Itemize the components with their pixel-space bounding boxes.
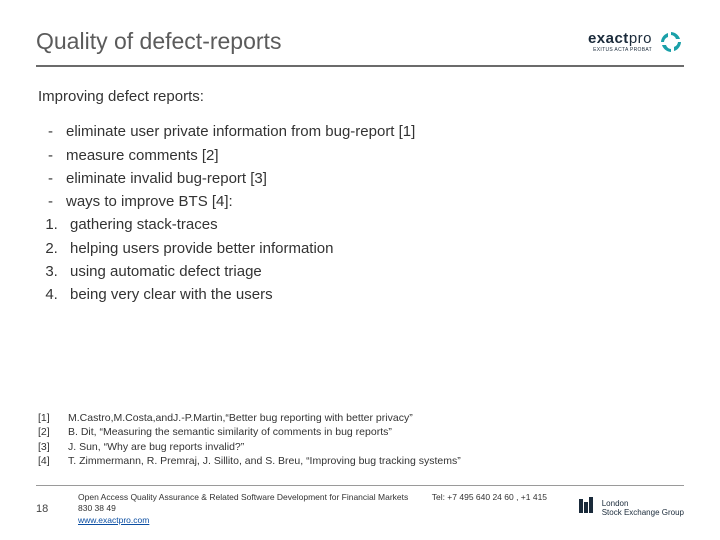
recycle-arrows-icon bbox=[658, 29, 684, 55]
header: Quality of defect-reports exactpro EXITU… bbox=[36, 28, 684, 55]
building-icon bbox=[576, 496, 596, 521]
lse-logo: London Stock Exchange Group bbox=[576, 496, 684, 521]
intro-line: Improving defect reports: bbox=[38, 85, 684, 108]
footer-link[interactable]: www.exactpro.com bbox=[78, 515, 149, 525]
numbered-list: gathering stack-traces helping users pro… bbox=[38, 213, 684, 306]
ref-num: [1] bbox=[38, 411, 56, 425]
footer-row: 18 Open Access Quality Assurance & Relat… bbox=[36, 492, 684, 526]
ref-text: J. Sun, “Why are bug reports invalid?” bbox=[68, 440, 244, 454]
footer-divider bbox=[36, 485, 684, 486]
header-divider bbox=[36, 65, 684, 67]
logo-word-light: pro bbox=[629, 30, 652, 47]
lse-logo-text: London Stock Exchange Group bbox=[602, 500, 684, 518]
ref-text: B. Dit, “Measuring the semantic similari… bbox=[68, 425, 392, 439]
ref-num: [2] bbox=[38, 425, 56, 439]
logo-word-bold: exact bbox=[588, 30, 629, 47]
logo-text: exactpro EXITUS ACTA PROBAT bbox=[588, 30, 652, 53]
dash-list: eliminate user private information from … bbox=[38, 120, 684, 213]
page-title: Quality of defect-reports bbox=[36, 28, 281, 55]
list-item: gathering stack-traces bbox=[62, 213, 684, 236]
references: [1] M.Castro,M.Costa,andJ.-P.Martin,“Bett… bbox=[38, 411, 461, 468]
slide: Quality of defect-reports exactpro EXITU… bbox=[0, 0, 720, 540]
footer: 18 Open Access Quality Assurance & Relat… bbox=[0, 485, 720, 540]
ref-text: T. Zimmermann, R. Premraj, J. Sillito, a… bbox=[68, 454, 461, 468]
list-item: eliminate user private information from … bbox=[66, 120, 684, 143]
page-number: 18 bbox=[36, 503, 64, 515]
body-content: Improving defect reports: eliminate user… bbox=[36, 85, 684, 306]
ref-row: [2] B. Dit, “Measuring the semantic simil… bbox=[38, 425, 461, 439]
ref-num: [3] bbox=[38, 440, 56, 454]
ref-row: [3] J. Sun, “Why are bug reports invalid?… bbox=[38, 440, 461, 454]
lse-line2: Stock Exchange Group bbox=[602, 509, 684, 518]
list-item: being very clear with the users bbox=[62, 283, 684, 306]
ref-row: [4] T. Zimmermann, R. Premraj, J. Sillito… bbox=[38, 454, 461, 468]
list-item: using automatic defect triage bbox=[62, 260, 684, 283]
list-item: helping users provide better information bbox=[62, 237, 684, 260]
footer-text: Open Access Quality Assurance & Related … bbox=[78, 492, 562, 526]
logo-subtitle: EXITUS ACTA PROBAT bbox=[593, 47, 652, 53]
exactpro-logo: exactpro EXITUS ACTA PROBAT bbox=[588, 29, 684, 55]
footer-line1: Open Access Quality Assurance & Related … bbox=[78, 492, 408, 502]
ref-text: M.Castro,M.Costa,andJ.-P.Martin,“Better … bbox=[68, 411, 413, 425]
ref-num: [4] bbox=[38, 454, 56, 468]
ref-row: [1] M.Castro,M.Costa,andJ.-P.Martin,“Bett… bbox=[38, 411, 461, 425]
list-item: eliminate invalid bug-report [3] bbox=[66, 167, 684, 190]
list-item: ways to improve BTS [4]: bbox=[66, 190, 684, 213]
list-item: measure comments [2] bbox=[66, 144, 684, 167]
